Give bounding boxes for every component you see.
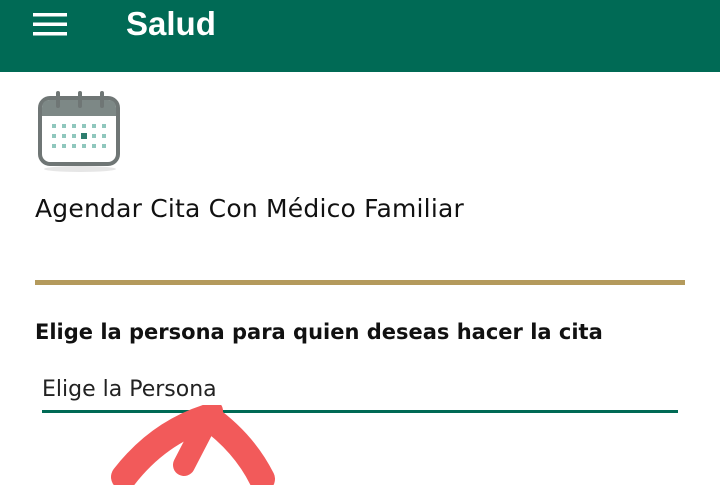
- card-title: Agendar Cita Con Médico Familiar: [35, 194, 464, 223]
- section-divider: [35, 280, 685, 285]
- app-title: Salud: [126, 5, 216, 42]
- hamburger-menu-icon: [33, 13, 67, 36]
- person-prompt-label: Elige la persona para quien deseas hacer…: [35, 320, 603, 344]
- calendar-icon: [36, 90, 124, 172]
- person-select-placeholder: Elige la Persona: [42, 377, 217, 402]
- menu-button[interactable]: [28, 6, 72, 42]
- app-bar: Salud: [0, 0, 720, 72]
- arrow-up-icon: [111, 405, 275, 485]
